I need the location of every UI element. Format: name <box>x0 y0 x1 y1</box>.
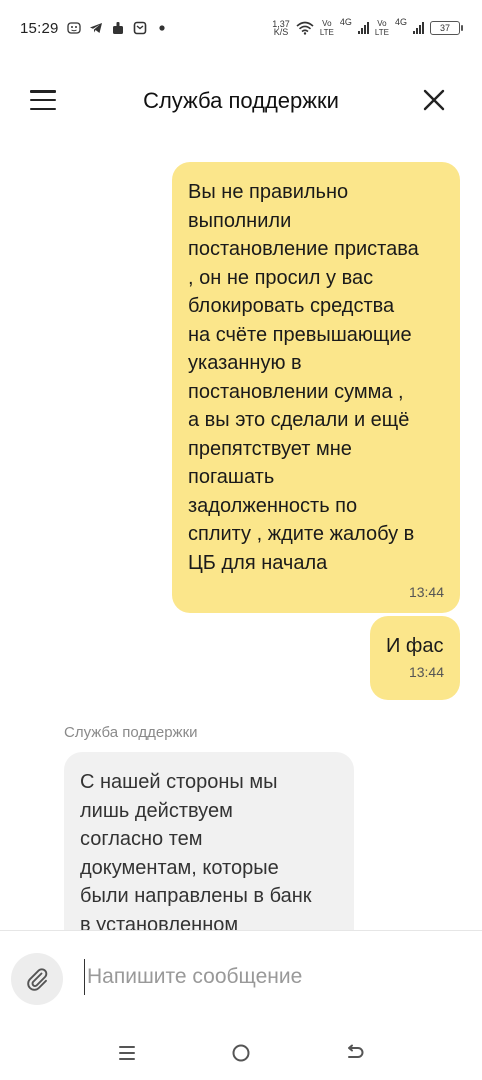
message-bubble-outgoing[interactable]: И фас 13:44 <box>370 616 460 700</box>
message-text: И фас <box>386 632 444 661</box>
volte-indicator-2: Vo LTE <box>375 19 389 37</box>
system-nav-bar <box>0 1026 482 1080</box>
volte-2-bottom: LTE <box>374 28 389 37</box>
app-icon <box>111 21 125 35</box>
message-line: препятствует мне <box>188 437 352 460</box>
message-line: лишь действуем <box>80 799 233 822</box>
message-line: И фас <box>386 635 444 657</box>
battery-level: 37 <box>439 23 450 33</box>
message-line: постановлении сумма , <box>188 380 404 403</box>
volte-1-top: Vo <box>322 19 332 28</box>
status-bar: 15:29 1,37 K/S Vo LTE 4G Vo LTE 4G 37 <box>0 0 482 56</box>
message-line: сплиту , ждите жалобу в <box>188 523 415 545</box>
volte-indicator-1: Vo LTE <box>320 19 334 37</box>
sender-name: Служба поддержки <box>64 724 198 741</box>
speed-unit: K/S <box>273 27 289 37</box>
chat-history[interactable]: Вы не правильно выполнили постановление … <box>0 150 482 930</box>
page-title: Служба поддержки <box>143 88 339 113</box>
message-line: Вы не правильно <box>188 181 349 203</box>
paperclip-icon <box>24 966 50 992</box>
message-line: в установленном <box>80 913 239 931</box>
status-left: 15:29 <box>20 20 169 37</box>
message-time: 13:44 <box>408 663 444 680</box>
network-gen-1: 4G <box>339 17 352 27</box>
network-speed: 1,37 K/S <box>272 20 290 37</box>
message-text: С нашей стороны мы лишь действуем соглас… <box>80 768 338 930</box>
message-text: Вы не правильно выполнили постановление … <box>188 178 444 577</box>
volte-1-bottom: LTE <box>319 28 334 37</box>
message-bubble-outgoing[interactable]: Вы не правильно выполнили постановление … <box>172 162 460 613</box>
battery-icon: 37 <box>430 21 463 35</box>
message-line: ЦБ для начала <box>188 551 328 574</box>
message-input[interactable] <box>84 959 444 995</box>
dot-icon <box>155 21 169 35</box>
status-right: 1,37 K/S Vo LTE 4G Vo LTE 4G 37 <box>272 17 463 37</box>
message-composer <box>0 930 482 1026</box>
message-bubble-incoming[interactable]: С нашей стороны мы лишь действуем соглас… <box>64 752 354 930</box>
volte-2-top: Vo <box>377 19 387 28</box>
recent-apps-icon[interactable] <box>107 1033 147 1073</box>
chat-header: Служба поддержки <box>0 72 482 132</box>
message-line: блокировать средства <box>188 295 395 317</box>
message-line: С нашей стороны мы <box>80 771 278 793</box>
message-line: погашать <box>188 466 275 488</box>
back-icon[interactable] <box>335 1033 375 1073</box>
face-id-icon <box>66 21 81 35</box>
message-line: а вы это сделали и ещё <box>188 409 410 431</box>
message-time: 13:44 <box>408 584 444 600</box>
message-line: постановление пристава <box>188 238 419 260</box>
home-icon[interactable] <box>221 1033 261 1073</box>
wifi-icon <box>296 21 314 35</box>
message-line: согласно тем <box>80 828 203 850</box>
signal-icon-1 <box>357 22 369 34</box>
message-line: документам, которые <box>80 856 279 879</box>
message-line: на счёте превышающие <box>188 323 412 346</box>
message-line: выполнили <box>188 209 292 232</box>
telegram-icon <box>89 21 103 35</box>
message-line: указанную в <box>188 352 302 374</box>
message-line: были направлены в банк <box>80 885 312 907</box>
message-line: , он не просил у вас <box>188 266 374 289</box>
close-icon[interactable] <box>422 88 446 112</box>
message-icon <box>133 21 147 35</box>
signal-icon-2 <box>413 22 424 34</box>
network-gen-2: 4G <box>394 17 407 27</box>
status-time: 15:29 <box>20 19 59 37</box>
message-line: задолженность по <box>188 494 358 517</box>
attach-button[interactable] <box>11 953 63 1005</box>
